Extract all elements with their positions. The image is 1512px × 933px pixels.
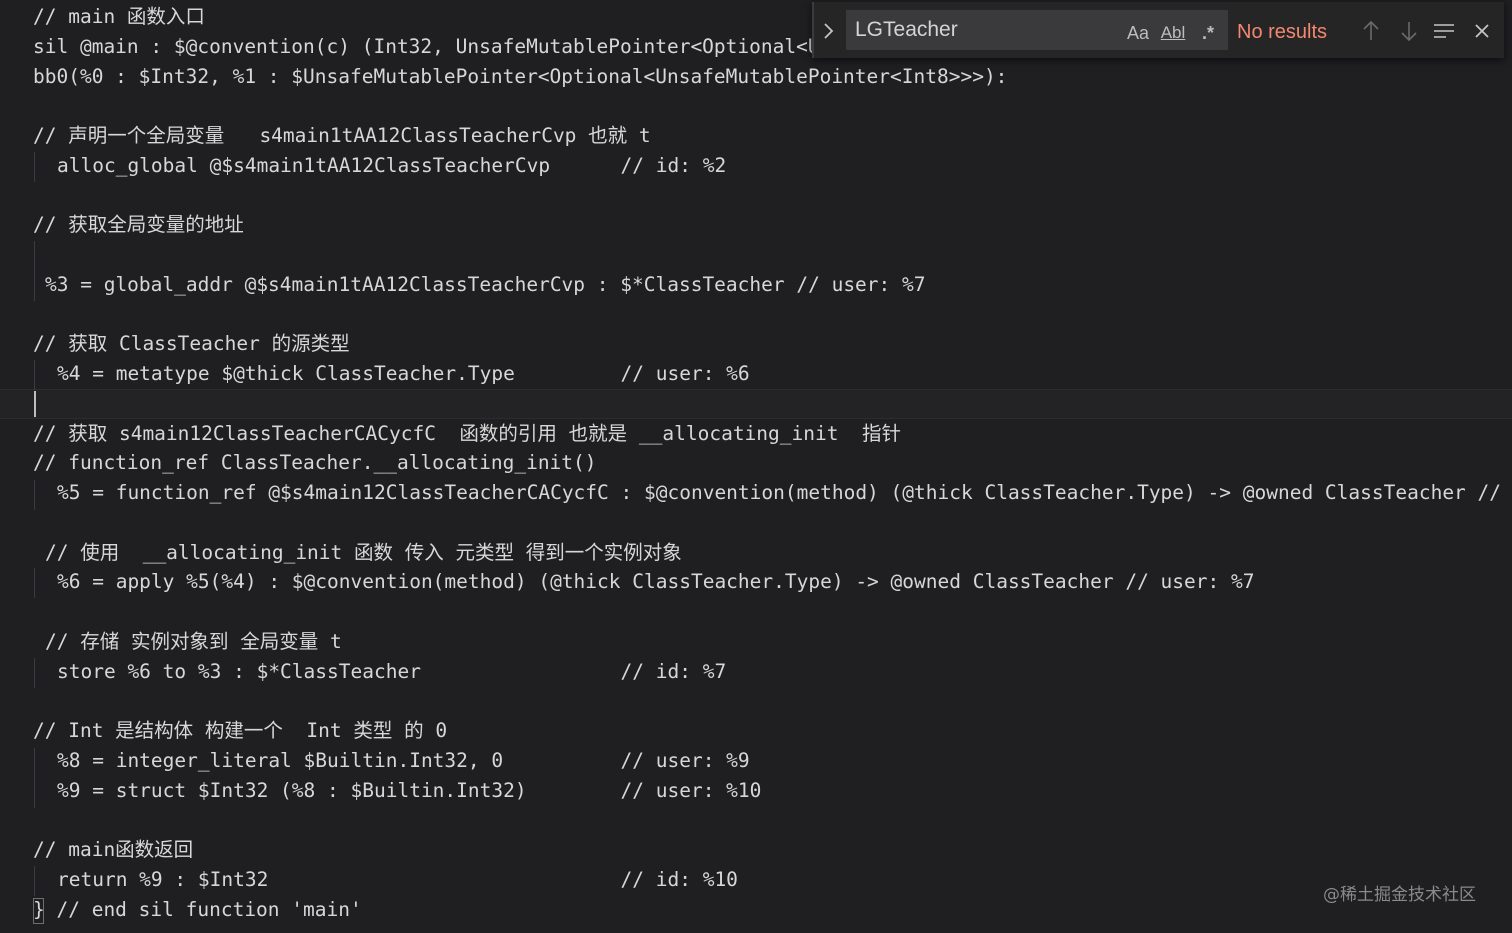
code-line[interactable]: %8 = integer_literal $Builtin.Int32, 0 /…: [0, 746, 1512, 776]
find-status: No results: [1237, 21, 1328, 43]
code-line-text: // 声明一个全局变量 s4main1tAA12ClassTeacherCvp …: [33, 124, 651, 147]
indent-guide: [34, 568, 35, 598]
code-line-text: // 使用 __allocating_init 函数 传入 元类型 得到一个实例…: [45, 540, 682, 564]
code-line-text: // main函数返回: [33, 838, 194, 861]
code-line[interactable]: // 获取全局变量的地址: [0, 210, 1512, 240]
indent-guide: [34, 480, 35, 510]
code-line[interactable]: return %9 : $Int32 // id: %10: [0, 865, 1512, 895]
code-line[interactable]: %5 = function_ref @$s4main12ClassTeacher…: [0, 478, 1512, 508]
code-line[interactable]: // 声明一个全局变量 s4main1tAA12ClassTeacherCvp …: [0, 121, 1512, 151]
code-line[interactable]: // 获取 ClassTeacher 的源类型: [0, 329, 1512, 359]
indent-guide: [34, 866, 35, 896]
code-line-text: // 获取 s4main12ClassTeacherCACycfC 函数的引用 …: [33, 421, 901, 445]
code-line-text: // 获取 ClassTeacher 的源类型: [33, 332, 350, 356]
code-line[interactable]: [0, 91, 1512, 121]
arrow-up-icon[interactable]: [1356, 2, 1386, 58]
find-widget: LGTeacher Aa Abl .* No results: [812, 2, 1504, 58]
indent-guide: [34, 360, 35, 390]
indent-guide: [34, 748, 35, 808]
whole-word-toggle[interactable]: Abl: [1157, 20, 1189, 46]
code-line-text: alloc_global @$s4main1tAA12ClassTeacherC…: [57, 153, 727, 177]
indent-guide: [34, 152, 35, 182]
close-icon[interactable]: [1467, 2, 1497, 58]
code-line[interactable]: [0, 181, 1512, 211]
regex-toggle[interactable]: .*: [1193, 20, 1223, 46]
code-line[interactable]: [0, 597, 1512, 627]
code-line-text: store %6 to %3 : $*ClassTeacher // id: %…: [57, 659, 727, 683]
code-line-text: // function_ref ClassTeacher.__allocatin…: [33, 451, 597, 475]
code-line-text: // main 函数入口: [33, 5, 205, 28]
code-line-text: %3 = global_addr @$s4main1tAA12ClassTeac…: [45, 272, 926, 296]
selection-lines-icon[interactable]: [1429, 2, 1459, 58]
code-editor[interactable]: // main 函数入口 sil @main : $@convention(c) …: [0, 0, 1512, 933]
code-line-text: %9 = struct $Int32 (%8 : $Builtin.Int32)…: [57, 778, 762, 802]
code-line[interactable]: alloc_global @$s4main1tAA12ClassTeacherC…: [0, 151, 1512, 181]
code-line-text: bb0(%0 : $Int32, %1 : $UnsafeMutablePoin…: [33, 64, 1008, 88]
code-line-text: // 获取全局变量的地址: [33, 213, 244, 237]
match-case-toggle[interactable]: Aa: [1123, 20, 1153, 46]
watermark: @稀土掘金技术社区: [1323, 885, 1476, 905]
code-line[interactable]: [0, 388, 1512, 419]
indent-guide: [34, 241, 35, 301]
chevron-right-icon[interactable]: [812, 2, 842, 58]
text-cursor: [34, 391, 36, 417]
code-line-text: %5 = function_ref @$s4main12ClassTeacher…: [57, 481, 1512, 504]
code-line-text: // 存储 实例对象到 全局变量 t: [45, 629, 342, 653]
code-line-text: %8 = integer_literal $Builtin.Int32, 0 /…: [57, 748, 750, 772]
code-line[interactable]: // main函数返回: [0, 835, 1512, 865]
code-line[interactable]: // Int 是结构体 构建一个 Int 类型 的 0: [0, 716, 1512, 746]
code-line[interactable]: // 获取 s4main12ClassTeacherCACycfC 函数的引用 …: [0, 419, 1512, 449]
code-line[interactable]: bb0(%0 : $Int32, %1 : $UnsafeMutablePoin…: [0, 62, 1512, 92]
find-input[interactable]: LGTeacher Aa Abl .*: [846, 10, 1228, 50]
code-line-text: // Int 是结构体 构建一个 Int 类型 的 0: [33, 719, 448, 742]
code-line[interactable]: %4 = metatype $@thick ClassTeacher.Type …: [0, 359, 1512, 389]
code-line-text: } // end sil function 'main': [33, 897, 362, 921]
code-line[interactable]: [0, 508, 1512, 538]
code-line[interactable]: [0, 686, 1512, 716]
code-line[interactable]: %6 = apply %5(%4) : $@convention(method)…: [0, 567, 1512, 597]
code-line[interactable]: [0, 240, 1512, 270]
code-line[interactable]: // function_ref ClassTeacher.__allocatin…: [0, 448, 1512, 478]
indent-guide: [34, 658, 35, 688]
code-line-text: %4 = metatype $@thick ClassTeacher.Type …: [57, 362, 750, 385]
arrow-down-icon[interactable]: [1394, 2, 1424, 58]
find-input-value: LGTeacher: [855, 18, 958, 41]
code-lines[interactable]: // main 函数入口 sil @main : $@convention(c) …: [0, 2, 1512, 924]
code-line-text: %6 = apply %5(%4) : $@convention(method)…: [57, 570, 1255, 594]
code-line[interactable]: %9 = struct $Int32 (%8 : $Builtin.Int32)…: [0, 776, 1512, 806]
code-line[interactable]: // 使用 __allocating_init 函数 传入 元类型 得到一个实例…: [0, 538, 1512, 568]
code-line[interactable]: store %6 to %3 : $*ClassTeacher // id: %…: [0, 657, 1512, 687]
code-line[interactable]: [0, 805, 1512, 835]
code-line[interactable]: [0, 300, 1512, 330]
code-line[interactable]: } // end sil function 'main': [0, 895, 1512, 925]
code-line[interactable]: %3 = global_addr @$s4main1tAA12ClassTeac…: [0, 270, 1512, 300]
bracket-match-highlight: [33, 898, 44, 924]
code-line[interactable]: // 存储 实例对象到 全局变量 t: [0, 627, 1512, 657]
code-line-text: return %9 : $Int32 // id: %10: [57, 867, 738, 891]
